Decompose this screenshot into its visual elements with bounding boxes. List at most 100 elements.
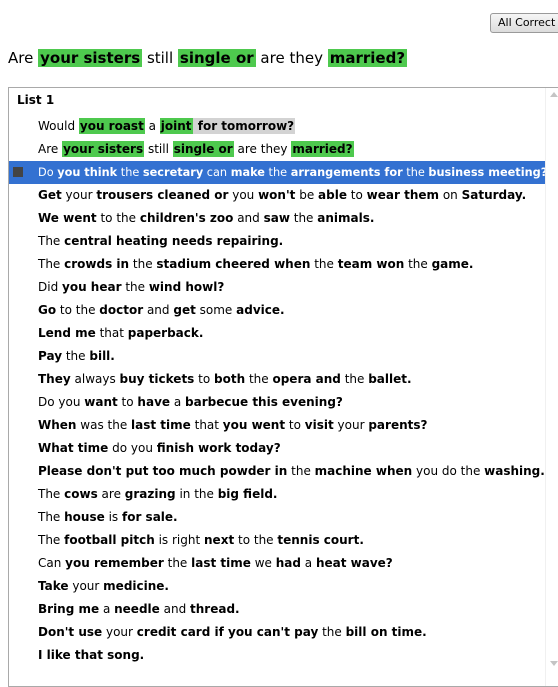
all-correct-button[interactable]: All Correct [490, 13, 558, 33]
word-plain: the [340, 372, 369, 386]
word-bold: Lend me [38, 326, 96, 340]
word-bold: you think [57, 166, 118, 179]
word-plain: the [163, 556, 192, 570]
sentence-row[interactable]: Would you roast a joint for tomorrow? [9, 115, 545, 138]
word-bold: saw [263, 211, 290, 225]
word-bold: We went [38, 211, 97, 225]
word-bold: trousers cleaned or [96, 188, 229, 202]
word-bold: game. [431, 257, 474, 271]
current-sentence: Are your sisters still single or are the… [8, 49, 408, 67]
word-plain: The [38, 533, 65, 547]
word-plain: The [38, 510, 65, 524]
word-bold: football pitch [64, 533, 155, 547]
word-bold: machine when [314, 464, 413, 478]
word-bold: had [275, 556, 301, 570]
word-plain: the [129, 257, 157, 271]
word-plain: still [144, 142, 173, 156]
sentence-row[interactable]: The football pitch is right next to the … [9, 529, 545, 552]
word-highlight-green: joint [159, 118, 193, 134]
sentence-row[interactable]: The crowds in the stadium cheered when t… [9, 253, 545, 276]
selected-row-marker-icon [13, 167, 23, 177]
word-plain: a [300, 556, 316, 570]
word-bold: Please don't put too much powder in [38, 464, 288, 478]
sentence-row[interactable]: Please don't put too much powder in the … [9, 460, 545, 483]
sentence-row[interactable]: What time do you finish work today? [9, 437, 545, 460]
sentence-row[interactable]: I like that song. [9, 644, 545, 667]
word-bold: bill. [89, 349, 115, 363]
word-bold: What time [38, 441, 109, 455]
word-bold: animals. [317, 211, 375, 225]
word-plain: the [310, 257, 338, 271]
word-bold: They [38, 372, 71, 386]
scroll-up-icon[interactable] [550, 92, 558, 97]
word-plain: Do [38, 166, 58, 179]
sentence-row[interactable]: We went to the children's zoo and saw th… [9, 207, 545, 230]
word-plain: that [190, 418, 223, 432]
word-bold: opera and [272, 372, 341, 386]
word-bold: business meeting? [428, 166, 548, 179]
word-plain: the [404, 257, 432, 271]
word-plain: and [159, 602, 191, 616]
word-bold: ballet. [368, 372, 412, 386]
vertical-scrollbar[interactable] [545, 88, 558, 686]
word-plain: do you [108, 441, 157, 455]
sentence-row[interactable]: Are your sisters still single or are the… [9, 138, 545, 161]
word-plain: the [117, 166, 143, 179]
word-plain: is [104, 510, 122, 524]
word-plain: always [70, 372, 120, 386]
word-plain: you [228, 188, 259, 202]
word-bold: won't [258, 188, 296, 202]
word-bold: have [137, 395, 171, 409]
word-highlight-gray: for tomorrow? [192, 118, 296, 134]
sentence-row[interactable]: The house is for sale. [9, 506, 545, 529]
sentence-row[interactable]: Can you remember the last time we had a … [9, 552, 545, 575]
word-bold: you went [222, 418, 286, 432]
sentence-row[interactable]: Don't use your credit card if you can't … [9, 621, 545, 644]
word-bold: you hear [62, 280, 122, 294]
word-plain: to [117, 395, 138, 409]
word-plain: a [170, 395, 186, 409]
word-bold: for sale. [121, 510, 178, 524]
list-title: List 1 [17, 93, 55, 107]
word-plain: are they [233, 142, 292, 156]
word-plain: to [285, 418, 305, 432]
sentence-row[interactable]: Lend me that paperback. [9, 322, 545, 345]
word-plain: your [68, 579, 104, 593]
word-plain: Are [8, 49, 39, 67]
sentence-row[interactable]: They always buy tickets to both the oper… [9, 368, 545, 391]
word-plain: your [102, 625, 137, 639]
word-bold: thread. [190, 602, 240, 616]
word-bold: big field. [217, 487, 278, 501]
sentence-row[interactable]: When was the last time that you went to … [9, 414, 545, 437]
sentence-row[interactable]: Take your medicine. [9, 575, 545, 598]
sentence-list: Would you roast a joint for tomorrow? Are… [9, 115, 548, 667]
sentence-row[interactable]: Go to the doctor and get some advice. [9, 299, 545, 322]
sentence-row[interactable]: Do you want to have a barbecue this even… [9, 391, 545, 414]
word-plain: your [333, 418, 369, 432]
sentence-row[interactable]: Did you hear the wind howl? [9, 276, 545, 299]
word-bold: secretary [142, 166, 204, 179]
sentence-row[interactable]: The cows are grazing in the big field. [9, 483, 545, 506]
word-plain: Would [38, 119, 79, 133]
sentence-row[interactable]: The central heating needs repairing. [9, 230, 545, 253]
scroll-down-icon[interactable] [550, 661, 558, 666]
word-bold: paperback. [127, 326, 204, 340]
word-plain: to the [234, 533, 278, 547]
word-bold: Get [38, 188, 62, 202]
word-highlight-green: single or [177, 49, 256, 67]
word-plain: Did [38, 280, 63, 294]
word-plain: be [295, 188, 319, 202]
sentence-row[interactable]: Get your trousers cleaned or you won't b… [9, 184, 545, 207]
word-bold: wind howl? [148, 280, 225, 294]
sentence-row[interactable]: Bring me a needle and thread. [9, 598, 545, 621]
word-bold: stadium cheered when [156, 257, 311, 271]
word-plain: the [402, 166, 429, 179]
sentence-list-panel[interactable]: List 1 Would you roast a joint for tomor… [8, 87, 558, 687]
word-bold: last time [131, 418, 191, 432]
word-bold: Saturday. [461, 188, 527, 202]
word-bold: credit card if you can't pay [136, 625, 319, 639]
word-bold: Pay [38, 349, 63, 363]
word-bold: I like that song. [38, 648, 145, 662]
sentence-row[interactable]: Pay the bill. [9, 345, 545, 368]
sentence-row[interactable]: Do you think the secretary can make the … [9, 161, 548, 184]
